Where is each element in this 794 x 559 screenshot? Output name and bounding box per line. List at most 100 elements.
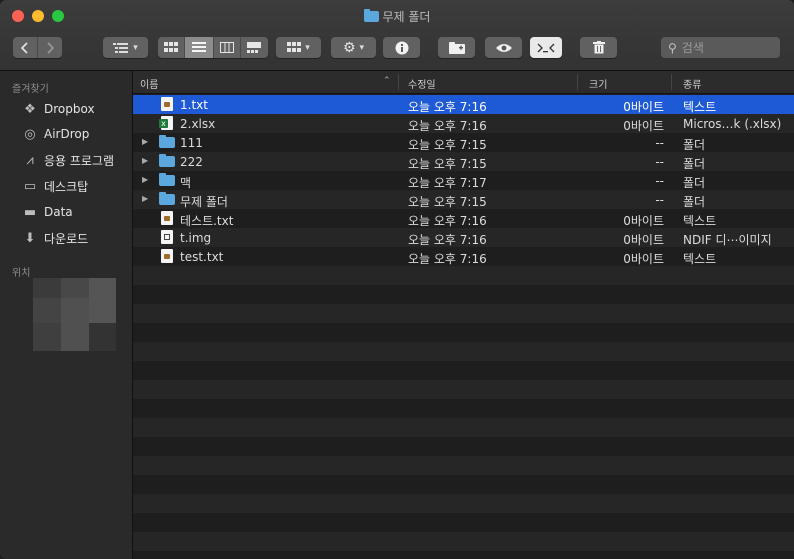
- column-divider[interactable]: [671, 74, 672, 90]
- disclosure-triangle-icon[interactable]: ▶: [142, 175, 148, 184]
- folder-icon: [159, 154, 175, 167]
- cell-size: 0바이트: [623, 252, 664, 266]
- sidebar-item-applications[interactable]: ⩘ 응용 프로그램: [21, 150, 114, 170]
- disclosure-triangle-icon[interactable]: ▶: [142, 194, 148, 203]
- folder-icon: [159, 192, 175, 205]
- empty-row: [133, 285, 794, 304]
- excel-file-icon: [159, 116, 173, 130]
- list-arrange-icon: [113, 42, 129, 53]
- new-folder-button[interactable]: [438, 37, 475, 58]
- empty-row: [133, 342, 794, 361]
- dropbox-icon: ❖: [24, 101, 36, 117]
- eye-icon: [495, 43, 512, 52]
- sidebar-item-airdrop[interactable]: ◎ AirDrop: [21, 124, 89, 144]
- cell-name: 2.xlsx: [180, 117, 216, 131]
- column-header-date[interactable]: 수정일: [408, 76, 436, 91]
- cell-name: t.img: [180, 231, 212, 245]
- cell-kind: 텍스트: [683, 214, 717, 228]
- disk-image-icon: [161, 230, 173, 244]
- cell-kind: 폴더: [683, 195, 706, 209]
- file-row[interactable]: 테스트.txt 오늘 오후 7:16 0바이트 텍스트: [133, 209, 794, 228]
- column-header: 이름 ⌃ 수정일 크기 종류: [133, 71, 794, 94]
- cell-kind: 텍스트: [683, 100, 717, 114]
- gallery-view-button[interactable]: [241, 37, 268, 58]
- search-field[interactable]: ⚲ 검색: [661, 37, 780, 58]
- favorites-heading: 즐겨찾기: [12, 84, 49, 95]
- downloads-icon: ⬇: [24, 230, 36, 246]
- sidebar: 즐겨찾기 ❖ Dropbox ◎ AirDrop ⩘ 응용 프로그램 ▭ 데스크탑 ▬ D…: [0, 71, 133, 559]
- column-header-kind[interactable]: 종류: [683, 76, 701, 91]
- cell-size: --: [655, 155, 664, 169]
- list-view-button[interactable]: [185, 37, 214, 58]
- grid-icon: [164, 42, 179, 52]
- search-icon: ⚲: [668, 40, 677, 55]
- column-divider[interactable]: [577, 74, 578, 90]
- cell-size: 0바이트: [623, 119, 664, 133]
- cell-name: 1.txt: [180, 98, 208, 112]
- disclosure-triangle-icon[interactable]: ▶: [142, 156, 148, 165]
- column-header-name[interactable]: 이름: [140, 76, 158, 91]
- move-to-trash-button[interactable]: [580, 37, 617, 58]
- empty-row: [133, 475, 794, 494]
- column-divider[interactable]: [398, 74, 399, 90]
- trash-icon: [592, 41, 605, 54]
- file-row[interactable]: test.txt 오늘 오후 7:16 0바이트 텍스트: [133, 247, 794, 266]
- chevron-down-icon: ▾: [133, 42, 138, 53]
- view-mode-control: [158, 37, 268, 58]
- finder-window: 무제 폴더 ▾ ▾ ⚙ ▾ ⚲ 검색 즐겨찾기 ❖ Dropbox ◎ AirD…: [0, 0, 794, 559]
- sidebar-item-desktop[interactable]: ▭ 데스크탑: [21, 176, 88, 196]
- gallery-icon: [247, 42, 262, 53]
- empty-row: [133, 418, 794, 437]
- cell-date: 오늘 오후 7:16: [408, 119, 487, 133]
- empty-row: [133, 323, 794, 342]
- chevron-right-icon: [47, 41, 54, 54]
- cell-kind: Micros…k (.xlsx): [683, 117, 782, 131]
- file-row[interactable]: ▶ 111 오늘 오후 7:15 -- 폴더: [133, 133, 794, 152]
- empty-row: [133, 494, 794, 513]
- cell-date: 오늘 오후 7:15: [408, 138, 487, 152]
- window-title: 무제 폴더: [0, 8, 794, 25]
- quick-look-button[interactable]: [485, 37, 522, 58]
- back-button[interactable]: [13, 37, 38, 58]
- cell-name: 테스트.txt: [180, 214, 234, 228]
- empty-row: [133, 380, 794, 399]
- file-row[interactable]: ▶ 222 오늘 오후 7:15 -- 폴더: [133, 152, 794, 171]
- cell-date: 오늘 오후 7:16: [408, 233, 487, 247]
- file-list: 이름 ⌃ 수정일 크기 종류 1.txt오늘 오후 7:160바이트텍스트2.x…: [133, 71, 794, 559]
- cell-kind: 폴더: [683, 176, 706, 190]
- columns-icon: [219, 42, 234, 53]
- folder-icon: [159, 135, 175, 148]
- arrange-button[interactable]: ▾: [276, 37, 321, 58]
- open-terminal-button[interactable]: [530, 37, 562, 58]
- cell-kind: 폴더: [683, 138, 706, 152]
- disclosure-triangle-icon[interactable]: ▶: [142, 137, 148, 146]
- sidebar-item-downloads[interactable]: ⬇ 다운로드: [21, 228, 89, 248]
- get-info-button[interactable]: [383, 37, 420, 58]
- group-by-button[interactable]: ▾: [103, 37, 148, 58]
- empty-row: [133, 361, 794, 380]
- cell-kind: 텍스트: [683, 252, 717, 266]
- forward-button[interactable]: [38, 37, 62, 58]
- text-file-icon: [161, 97, 173, 111]
- back-forward-control: [13, 37, 62, 58]
- cell-size: --: [655, 174, 664, 188]
- folder-icon: [159, 173, 175, 186]
- cell-size: --: [655, 136, 664, 150]
- sidebar-item-data[interactable]: ▬ Data: [21, 202, 73, 222]
- airdrop-icon: ◎: [24, 126, 36, 142]
- cell-name: 맥: [180, 176, 192, 190]
- icon-view-button[interactable]: [158, 37, 186, 58]
- column-view-button[interactable]: [214, 37, 241, 58]
- file-row[interactable]: ▶ 무제 폴더 오늘 오후 7:15 -- 폴더: [133, 190, 794, 209]
- file-row[interactable]: ▶ 맥 오늘 오후 7:17 -- 폴더: [133, 171, 794, 190]
- sidebar-item-dropbox[interactable]: ❖ Dropbox: [21, 99, 94, 119]
- action-button[interactable]: ⚙ ▾: [331, 37, 376, 58]
- chevron-left-icon: [20, 41, 28, 54]
- file-row[interactable]: 2.xlsx 오늘 오후 7:16 0바이트 Micros…k (.xlsx): [133, 114, 794, 133]
- cell-name: 111: [180, 136, 203, 150]
- cell-date: 오늘 오후 7:16: [408, 100, 487, 114]
- file-row[interactable]: 1.txt 오늘 오후 7:16 0바이트 텍스트: [133, 95, 794, 114]
- column-header-size[interactable]: 크기: [589, 76, 607, 91]
- cell-date: 오늘 오후 7:16: [408, 214, 487, 228]
- file-row[interactable]: t.img 오늘 오후 7:16 0바이트 NDIF 디⋯이미지: [133, 228, 794, 247]
